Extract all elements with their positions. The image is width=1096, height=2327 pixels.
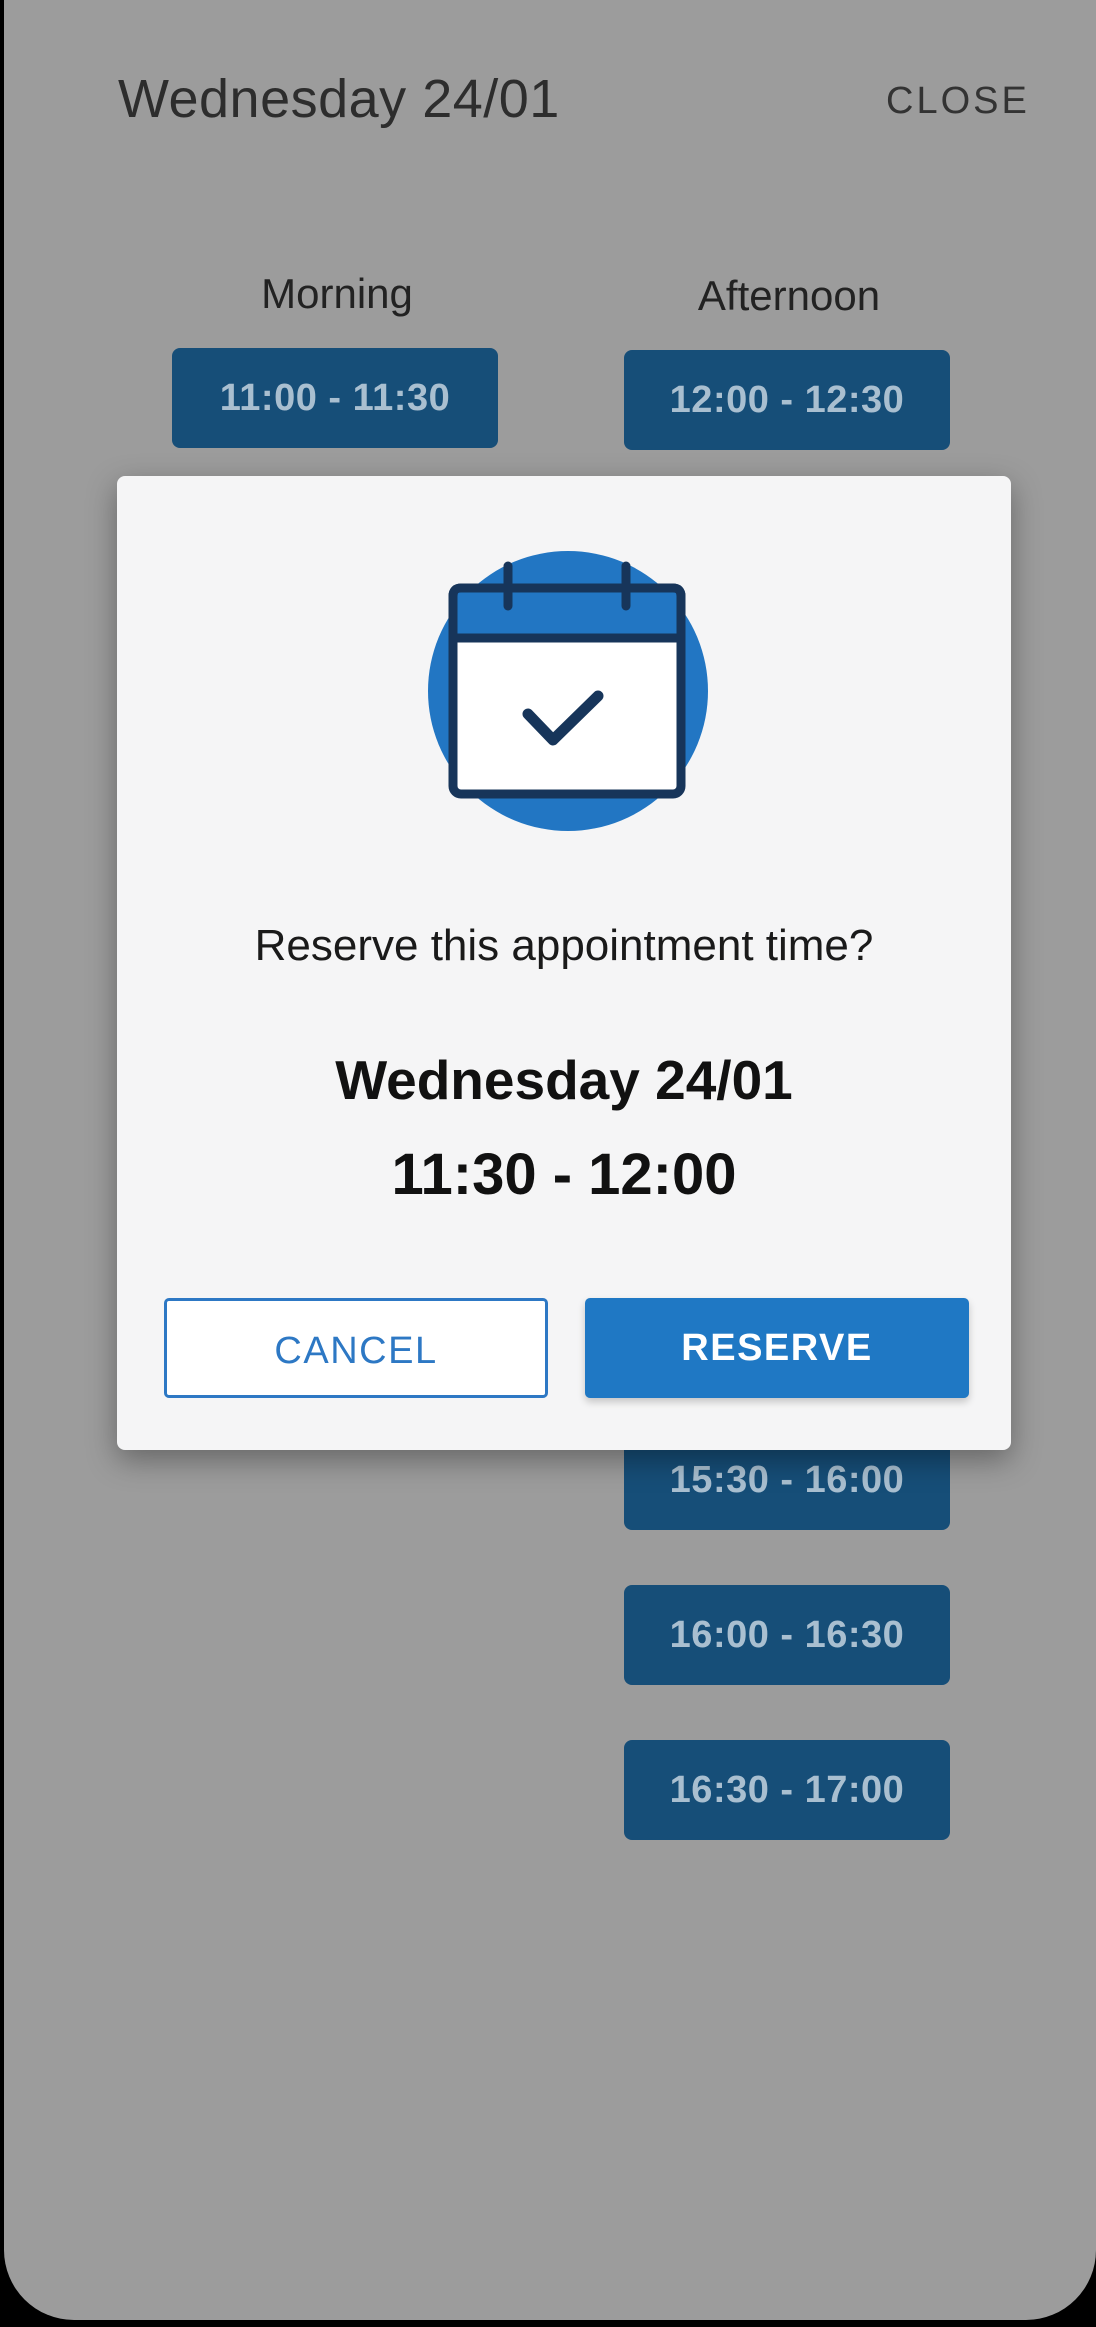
- dialog-date: Wednesday 24/01: [335, 1049, 793, 1111]
- confirm-dialog: Reserve this appointment time? Wednesday…: [117, 476, 1011, 1450]
- calendar-check-icon: [428, 551, 708, 831]
- close-button[interactable]: CLOSE: [886, 80, 1030, 123]
- cancel-button[interactable]: CANCEL: [164, 1298, 548, 1398]
- phone-screen: Wednesday 24/01 CLOSE Morning Afternoon …: [4, 0, 1096, 2320]
- page-title: Wednesday 24/01: [118, 69, 560, 129]
- header: Wednesday 24/01 CLOSE: [4, 0, 1096, 200]
- time-slot-button[interactable]: 16:00 - 16:30: [624, 1585, 950, 1685]
- dialog-question: Reserve this appointment time?: [254, 921, 874, 970]
- afternoon-column-label: Afternoon: [697, 272, 881, 319]
- reserve-button[interactable]: RESERVE: [585, 1298, 969, 1398]
- time-slot-button[interactable]: 11:00 - 11:30: [172, 348, 498, 448]
- time-slot-button[interactable]: 16:30 - 17:00: [624, 1740, 950, 1840]
- dialog-time: 11:30 - 12:00: [391, 1142, 737, 1207]
- time-slot-button[interactable]: 12:00 - 12:30: [624, 350, 950, 450]
- morning-column-label: Morning: [261, 270, 413, 317]
